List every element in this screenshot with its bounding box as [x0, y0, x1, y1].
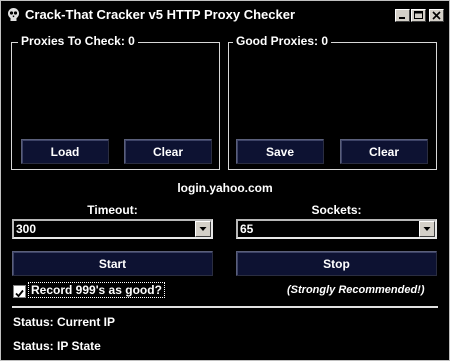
target-host-label: login.yahoo.com — [177, 181, 273, 195]
divider — [12, 306, 438, 308]
record-999-label[interactable]: Record 999's as good? — [28, 282, 165, 298]
save-button[interactable]: Save — [236, 139, 324, 164]
sockets-select[interactable]: 65 — [236, 219, 437, 239]
skull-icon — [6, 7, 21, 22]
good-proxies-panel: Good Proxies: 0 Save Clear — [228, 34, 437, 170]
timeout-label: Timeout: — [87, 203, 138, 217]
start-button[interactable]: Start — [12, 251, 213, 276]
timeout-select[interactable]: 300 — [12, 219, 213, 239]
app-window: Crack-That Cracker v5 HTTP Proxy Checker… — [0, 0, 450, 361]
close-icon — [430, 10, 443, 21]
maximize-button[interactable] — [411, 9, 426, 22]
title-bar[interactable]: Crack-That Cracker v5 HTTP Proxy Checker — [1, 1, 449, 28]
close-button[interactable] — [429, 9, 444, 22]
minimize-icon — [396, 10, 409, 21]
status-ip-state: Status: IP State — [13, 339, 101, 353]
record-999-checkbox[interactable] — [13, 285, 26, 298]
chevron-down-icon[interactable] — [419, 221, 435, 237]
minimize-button[interactable] — [395, 9, 410, 22]
good-proxies-legend: Good Proxies: 0 — [233, 34, 332, 48]
proxies-to-check-panel: Proxies To Check: 0 Load Clear — [11, 34, 220, 170]
clear-proxies-button[interactable]: Clear — [124, 139, 212, 164]
sockets-value: 65 — [240, 222, 254, 236]
sockets-label: Sockets: — [311, 203, 362, 217]
checkmark-icon — [14, 286, 25, 303]
load-button[interactable]: Load — [21, 139, 109, 164]
maximize-icon — [412, 10, 425, 21]
chevron-down-icon[interactable] — [195, 221, 211, 237]
stop-button[interactable]: Stop — [236, 251, 437, 276]
clear-good-button[interactable]: Clear — [340, 139, 428, 164]
strongly-recommended-note: (Strongly Recommended!) — [287, 284, 425, 296]
timeout-value: 300 — [16, 222, 37, 236]
status-current-ip: Status: Current IP — [13, 315, 116, 329]
window-title: Crack-That Cracker v5 HTTP Proxy Checker — [25, 7, 295, 22]
proxies-to-check-legend: Proxies To Check: 0 — [18, 34, 138, 48]
